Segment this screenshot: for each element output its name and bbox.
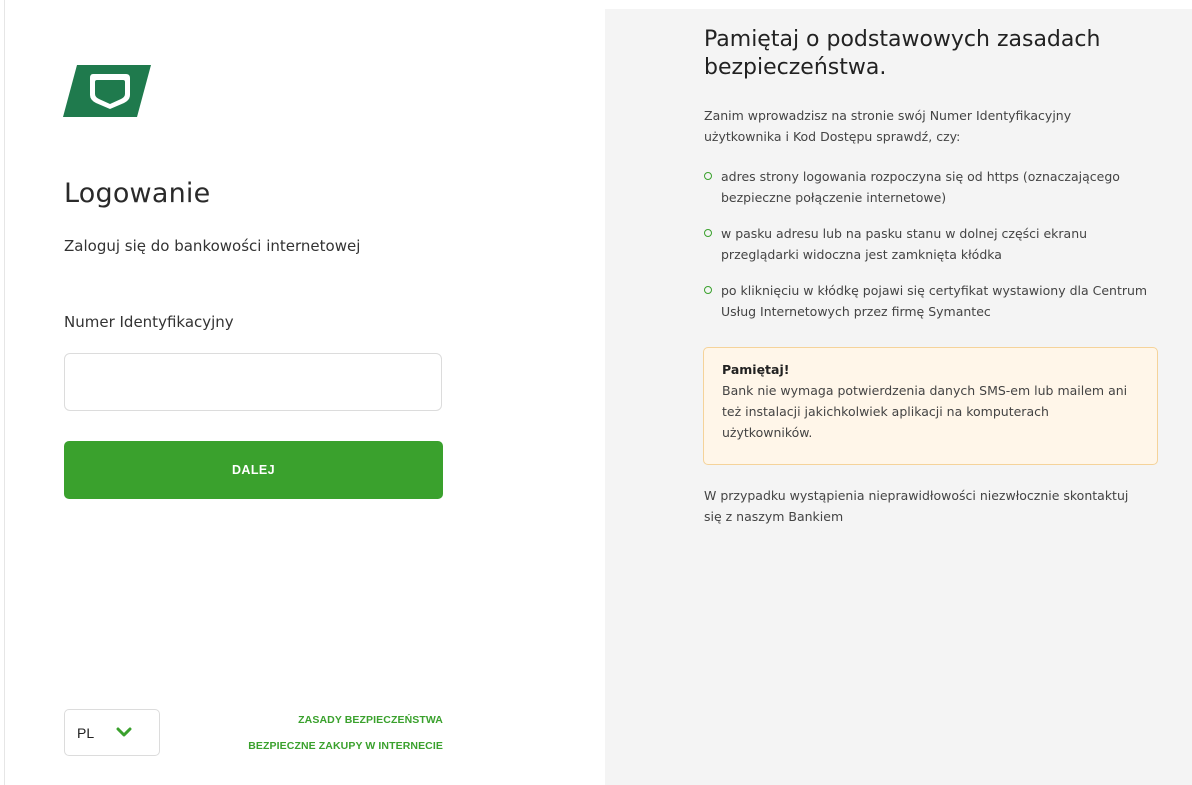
- circle-bullet-icon: [704, 172, 712, 180]
- id-number-input[interactable]: [64, 353, 442, 411]
- security-panel: Pamiętaj o podstawowych zasadach bezpiec…: [605, 9, 1192, 785]
- chevron-down-icon: [116, 727, 132, 737]
- list-item: po kliknięciu w kłódkę pojawi się certyf…: [704, 280, 1164, 322]
- security-title: Pamiętaj o podstawowych zasadach bezpiec…: [704, 27, 1101, 80]
- login-panel: Logowanie Zaloguj się do bankowości inte…: [5, 0, 605, 785]
- security-notice: Pamiętaj! Bank nie wymaga potwierdzenia …: [703, 347, 1158, 465]
- notice-body: Bank nie wymaga potwierdzenia danych SMS…: [722, 383, 1128, 440]
- list-item-text: adres strony logowania rozpoczyna się od…: [721, 169, 1120, 205]
- next-button[interactable]: DALEJ: [64, 441, 443, 499]
- list-item: w pasku adresu lub na pasku stanu w doln…: [704, 223, 1164, 265]
- page-title: Logowanie: [64, 178, 211, 209]
- circle-bullet-icon: [704, 229, 712, 237]
- security-checklist: adres strony logowania rozpoczyna się od…: [704, 166, 1164, 337]
- contact-note: W przypadku wystąpienia nieprawidłowości…: [704, 488, 1129, 524]
- safe-shopping-link[interactable]: BEZPIECZNE ZAKUPY W INTERNECIE: [248, 740, 443, 752]
- list-item: adres strony logowania rozpoczyna się od…: [704, 166, 1164, 208]
- list-item-text: w pasku adresu lub na pasku stanu w doln…: [721, 226, 1088, 262]
- id-field-label: Numer Identyfikacyjny: [64, 313, 234, 331]
- security-intro: Zanim wprowadzisz na stronie swój Numer …: [704, 108, 1072, 144]
- circle-bullet-icon: [704, 286, 712, 294]
- notice-title: Pamiętaj!: [722, 362, 790, 377]
- list-item-text: po kliknięciu w kłódkę pojawi się certyf…: [721, 283, 1148, 319]
- language-value: PL: [77, 724, 95, 741]
- bank-logo-icon: [63, 65, 151, 117]
- page-subtitle: Zaloguj się do bankowości internetowej: [64, 237, 361, 255]
- security-rules-link[interactable]: ZASADY BEZPIECZEŃSTWA: [298, 714, 443, 726]
- language-select[interactable]: PL: [64, 709, 160, 756]
